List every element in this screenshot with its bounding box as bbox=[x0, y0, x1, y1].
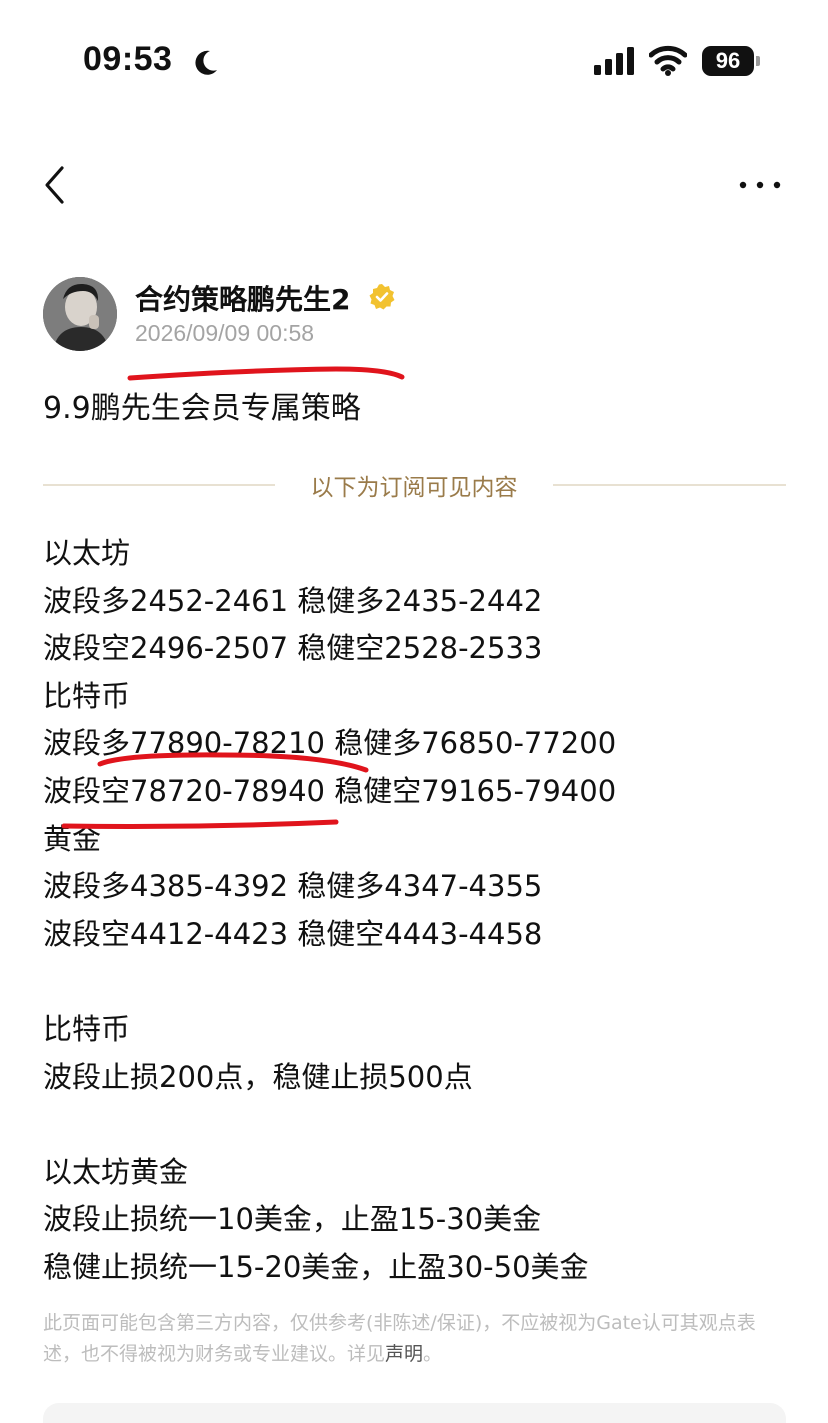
battery-level: 96 bbox=[702, 46, 754, 76]
subscription-divider: 以下为订阅可见内容 bbox=[43, 466, 786, 506]
content-line: 波段多77890-78210 稳健多76850-77200 bbox=[43, 726, 617, 761]
content-line: 稳健止损统一15-20美金，止盈30-50美金 bbox=[43, 1249, 589, 1284]
disclaimer-suffix: 。 bbox=[423, 1343, 443, 1365]
subscription-divider-label: 以下为订阅可见内容 bbox=[310, 475, 518, 501]
content-line-blank bbox=[43, 1101, 803, 1149]
battery-indicator: 96 bbox=[702, 46, 760, 76]
status-time: 09:53 bbox=[83, 40, 173, 78]
content-line: 波段空2496-2507 稳健空2528-2533 bbox=[43, 631, 543, 666]
content-line: 波段空78720-78940 稳健空79165-79400 bbox=[43, 773, 617, 808]
avatar-portrait-icon bbox=[43, 277, 117, 351]
status-bar: 09:53 96 bbox=[0, 0, 828, 120]
content-line: 波段空4412-4423 稳健空4443-4458 bbox=[43, 916, 543, 951]
post-content: 以太坊 波段多2452-2461 稳健多2435-2442 波段空2496-25… bbox=[43, 530, 803, 1292]
post-timestamp: 2026/09/09 00:58 bbox=[135, 320, 315, 346]
content-line: 比特币 bbox=[43, 678, 131, 713]
author-name[interactable]: 合约策略鹏先生2 bbox=[135, 278, 350, 318]
moon-icon bbox=[195, 50, 217, 75]
avatar[interactable] bbox=[43, 277, 117, 351]
cellular-signal-icon bbox=[594, 47, 634, 75]
content-line: 黄金 bbox=[43, 821, 102, 856]
bottom-card bbox=[43, 1403, 786, 1423]
more-dots-icon[interactable] bbox=[736, 170, 784, 200]
verified-badge-icon bbox=[369, 284, 395, 310]
content-line-blank bbox=[43, 958, 803, 1006]
nav-bar bbox=[0, 150, 828, 220]
post-title: 9.9鹏先生会员专属策略 bbox=[43, 391, 361, 426]
content-line: 波段多4385-4392 稳健多4347-4355 bbox=[43, 869, 543, 904]
disclaimer: 此页面可能包含第三方内容，仅供参考(非陈述/保证)，不应被视为Gate认可其观点… bbox=[43, 1308, 788, 1370]
battery-cap bbox=[756, 56, 760, 66]
content-line: 波段多2452-2461 稳健多2435-2442 bbox=[43, 583, 543, 618]
divider-line-right bbox=[553, 484, 786, 486]
statement-link[interactable]: 声明 bbox=[385, 1343, 423, 1365]
content-line: 波段止损统一10美金，止盈15-30美金 bbox=[43, 1202, 542, 1237]
wifi-icon bbox=[649, 45, 687, 76]
back-button[interactable] bbox=[36, 162, 76, 208]
content-line: 波段止损200点，稳健止损500点 bbox=[43, 1059, 473, 1094]
divider-line-left bbox=[43, 484, 275, 486]
content-line: 以太坊黄金 bbox=[43, 1154, 189, 1189]
content-line: 以太坊 bbox=[43, 536, 131, 570]
content-line: 比特币 bbox=[43, 1011, 131, 1046]
